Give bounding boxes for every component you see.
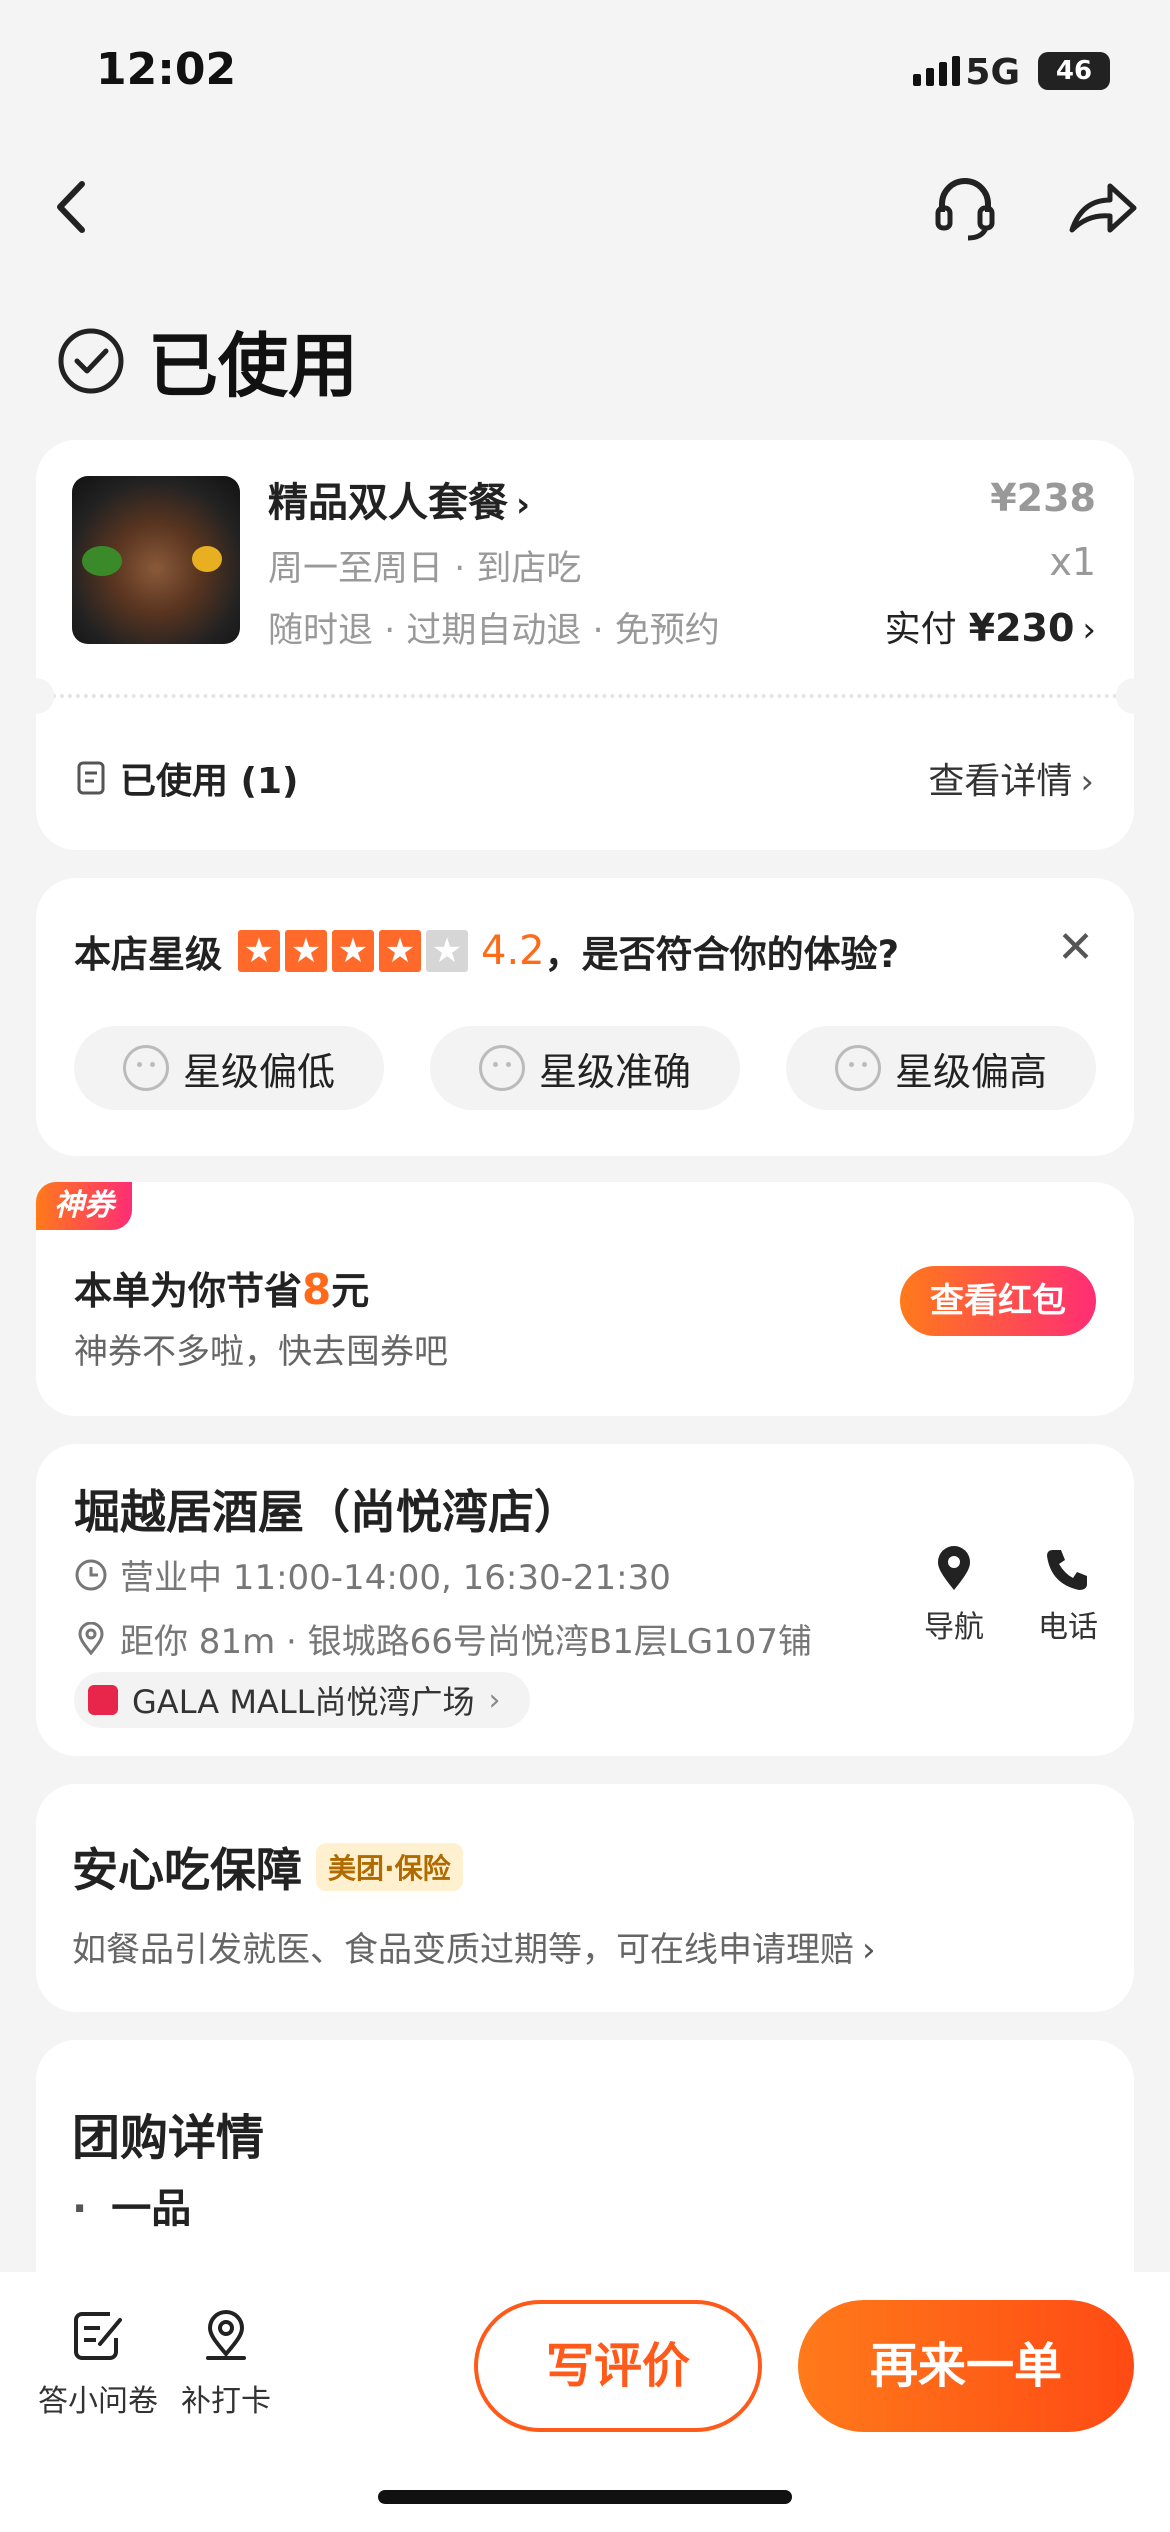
paid-amount-link[interactable]: 实付 ¥230 › <box>885 600 1096 652</box>
mall-chip[interactable]: GALA MALL尚悦湾广场 › <box>74 1672 531 1728</box>
network-type: 5G <box>965 52 1020 93</box>
savings-amount: 8 <box>302 1265 332 1314</box>
order-schedule: 周一至周日 · 到店吃 <box>268 549 582 589</box>
rating-row: 本店星级 ★ ★ ★ ★ ★ 4.2 ，是否符合你的体验? <box>74 924 899 978</box>
group-item-text: 一品 <box>111 2186 192 2232</box>
original-price: ¥238 <box>990 476 1096 520</box>
coupon-subtitle: 神券不多啦，快去囤券吧 <box>74 1332 448 1372</box>
store-address: 距你 81m · 银城路66号尚悦湾B1层LG107铺 <box>74 1614 812 1663</box>
headset-icon <box>935 178 995 241</box>
savings-suffix: 元 <box>331 1269 370 1313</box>
coupon-card: 神券 本单为你节省8元 神券不多啦，快去囤券吧 查看红包 <box>36 1182 1134 1416</box>
guarantee-desc: 如餐品引发就医、食品变质过期等，可在线申请理赔 <box>72 1930 854 1970</box>
location-pin-icon <box>206 2310 246 2360</box>
write-review-button[interactable]: 写评价 <box>474 2300 762 2432</box>
savings-prefix: 本单为你节省 <box>74 1269 303 1313</box>
star-icon: ★ <box>285 930 327 972</box>
coupon-tag: 神券 <box>36 1182 132 1230</box>
document-icon <box>77 761 105 795</box>
used-status: 已使用 (1) <box>76 752 299 804</box>
store-name[interactable]: 堀越居酒屋（尚悦湾店） <box>74 1476 580 1542</box>
quantity: x1 <box>1049 540 1096 584</box>
guarantee-card: 安心吃保障 美团·保险 如餐品引发就医、食品变质过期等，可在线申请理赔 › <box>36 1784 1134 2012</box>
product-name: 精品双人套餐 <box>268 480 508 526</box>
navigation-label: 导航 <box>924 1610 984 1645</box>
paid-value: ¥230 <box>968 606 1075 650</box>
share-button[interactable] <box>1064 172 1140 242</box>
order-card: 精品双人套餐 › 周一至周日 · 到店吃 随时退 · 过期自动退 · 免预约 ¥2… <box>18 440 1152 850</box>
rating-low-button[interactable]: 星级偏低 <box>74 1026 384 1110</box>
check-circle-icon <box>58 328 124 393</box>
dish-image[interactable] <box>72 476 240 644</box>
status-time: 12:02 <box>96 44 237 95</box>
rating-low-label: 星级偏低 <box>182 1049 335 1094</box>
rating-accurate-button[interactable]: 星级准确 <box>430 1026 740 1110</box>
store-hours: 营业中 11:00-14:00, 16:30-21:30 <box>74 1550 671 1599</box>
paid-label: 实付 <box>884 609 957 650</box>
view-red-packet-button[interactable]: 查看红包 <box>900 1266 1096 1336</box>
clock-icon <box>75 1559 107 1590</box>
sad-face-icon <box>122 1045 169 1091</box>
rating-label: 本店星级 <box>74 933 222 976</box>
back-icon <box>57 181 85 233</box>
page-title: 已使用 <box>148 325 358 407</box>
star-icon: ★ <box>238 930 280 972</box>
mall-name: GALA MALL尚悦湾广场 <box>132 1683 475 1721</box>
bottom-action-bar: 答小问卷 补打卡 写评价 再来一单 <box>0 2272 1170 2532</box>
star-rating: ★ ★ ★ ★ ★ <box>238 930 473 972</box>
guarantee-link[interactable]: 如餐品引发就医、食品变质过期等，可在线申请理赔 › <box>72 1922 876 1971</box>
navigation-button[interactable]: 导航 <box>904 1544 1004 1646</box>
guarantee-title-row: 安心吃保障 美团·保险 <box>72 1834 463 1900</box>
close-icon[interactable]: ✕ <box>1057 922 1094 973</box>
location-pin-icon <box>78 1621 104 1655</box>
used-label: 已使用 (1) <box>120 761 299 802</box>
battery-icon: 46 <box>1038 52 1110 90</box>
navigation-icon <box>938 1546 970 1590</box>
view-details-label: 查看详情 <box>928 761 1073 802</box>
divider <box>36 694 1134 698</box>
rating-high-label: 星级偏高 <box>894 1049 1047 1094</box>
sad-face-icon <box>834 1045 881 1091</box>
star-icon: ★ <box>379 930 421 972</box>
rating-card: 本店星级 ★ ★ ★ ★ ★ 4.2 ，是否符合你的体验? ✕ 星级偏低 星级准确 星级… <box>36 878 1134 1156</box>
order-policy: 随时退 · 过期自动退 · 免预约 <box>268 611 720 651</box>
survey-button[interactable]: 答小问卷 <box>28 2308 168 2420</box>
phone-button[interactable]: 电话 <box>1018 1544 1118 1646</box>
signal-icon <box>913 56 960 86</box>
star-icon: ★ <box>332 930 374 972</box>
savings-text: 本单为你节省8元 <box>74 1260 369 1315</box>
store-card: 堀越居酒屋（尚悦湾店） 营业中 11:00-14:00, 16:30-21:30… <box>36 1444 1134 1756</box>
home-indicator <box>378 2490 792 2504</box>
checkin-label: 补打卡 <box>181 2384 271 2419</box>
insurance-badge: 美团·保险 <box>316 1843 463 1891</box>
rating-score: 4.2 <box>481 928 545 974</box>
smile-face-icon <box>478 1045 525 1091</box>
store-distance-text: 距你 81m · 银城路66号尚悦湾B1层LG107铺 <box>120 1622 813 1662</box>
product-link[interactable]: 精品双人套餐 › <box>268 470 530 528</box>
guarantee-title: 安心吃保障 <box>72 1843 302 1897</box>
share-icon <box>1069 183 1137 233</box>
rating-high-button[interactable]: 星级偏高 <box>786 1026 1096 1110</box>
back-button[interactable] <box>46 172 106 242</box>
rating-accurate-label: 星级准确 <box>538 1049 691 1094</box>
survey-label: 答小问卷 <box>38 2384 158 2419</box>
reorder-button[interactable]: 再来一单 <box>798 2300 1134 2432</box>
phone-label: 电话 <box>1038 1610 1098 1645</box>
survey-icon <box>74 2312 122 2360</box>
store-hours-text: 营业中 11:00-14:00, 16:30-21:30 <box>120 1558 671 1598</box>
phone-icon <box>1047 1550 1087 1590</box>
rating-question: ，是否符合你的体验? <box>544 933 900 976</box>
customer-service-button[interactable] <box>930 172 1000 242</box>
view-details-button[interactable]: 查看详情 › <box>928 752 1094 804</box>
page-title-row: 已使用 <box>56 310 358 411</box>
checkin-button[interactable]: 补打卡 <box>166 2308 286 2420</box>
group-details-title: 团购详情 <box>72 2110 265 2166</box>
group-item: · 一品 <box>72 2186 192 2232</box>
mall-icon <box>88 1685 118 1715</box>
star-empty-icon: ★ <box>426 930 468 972</box>
